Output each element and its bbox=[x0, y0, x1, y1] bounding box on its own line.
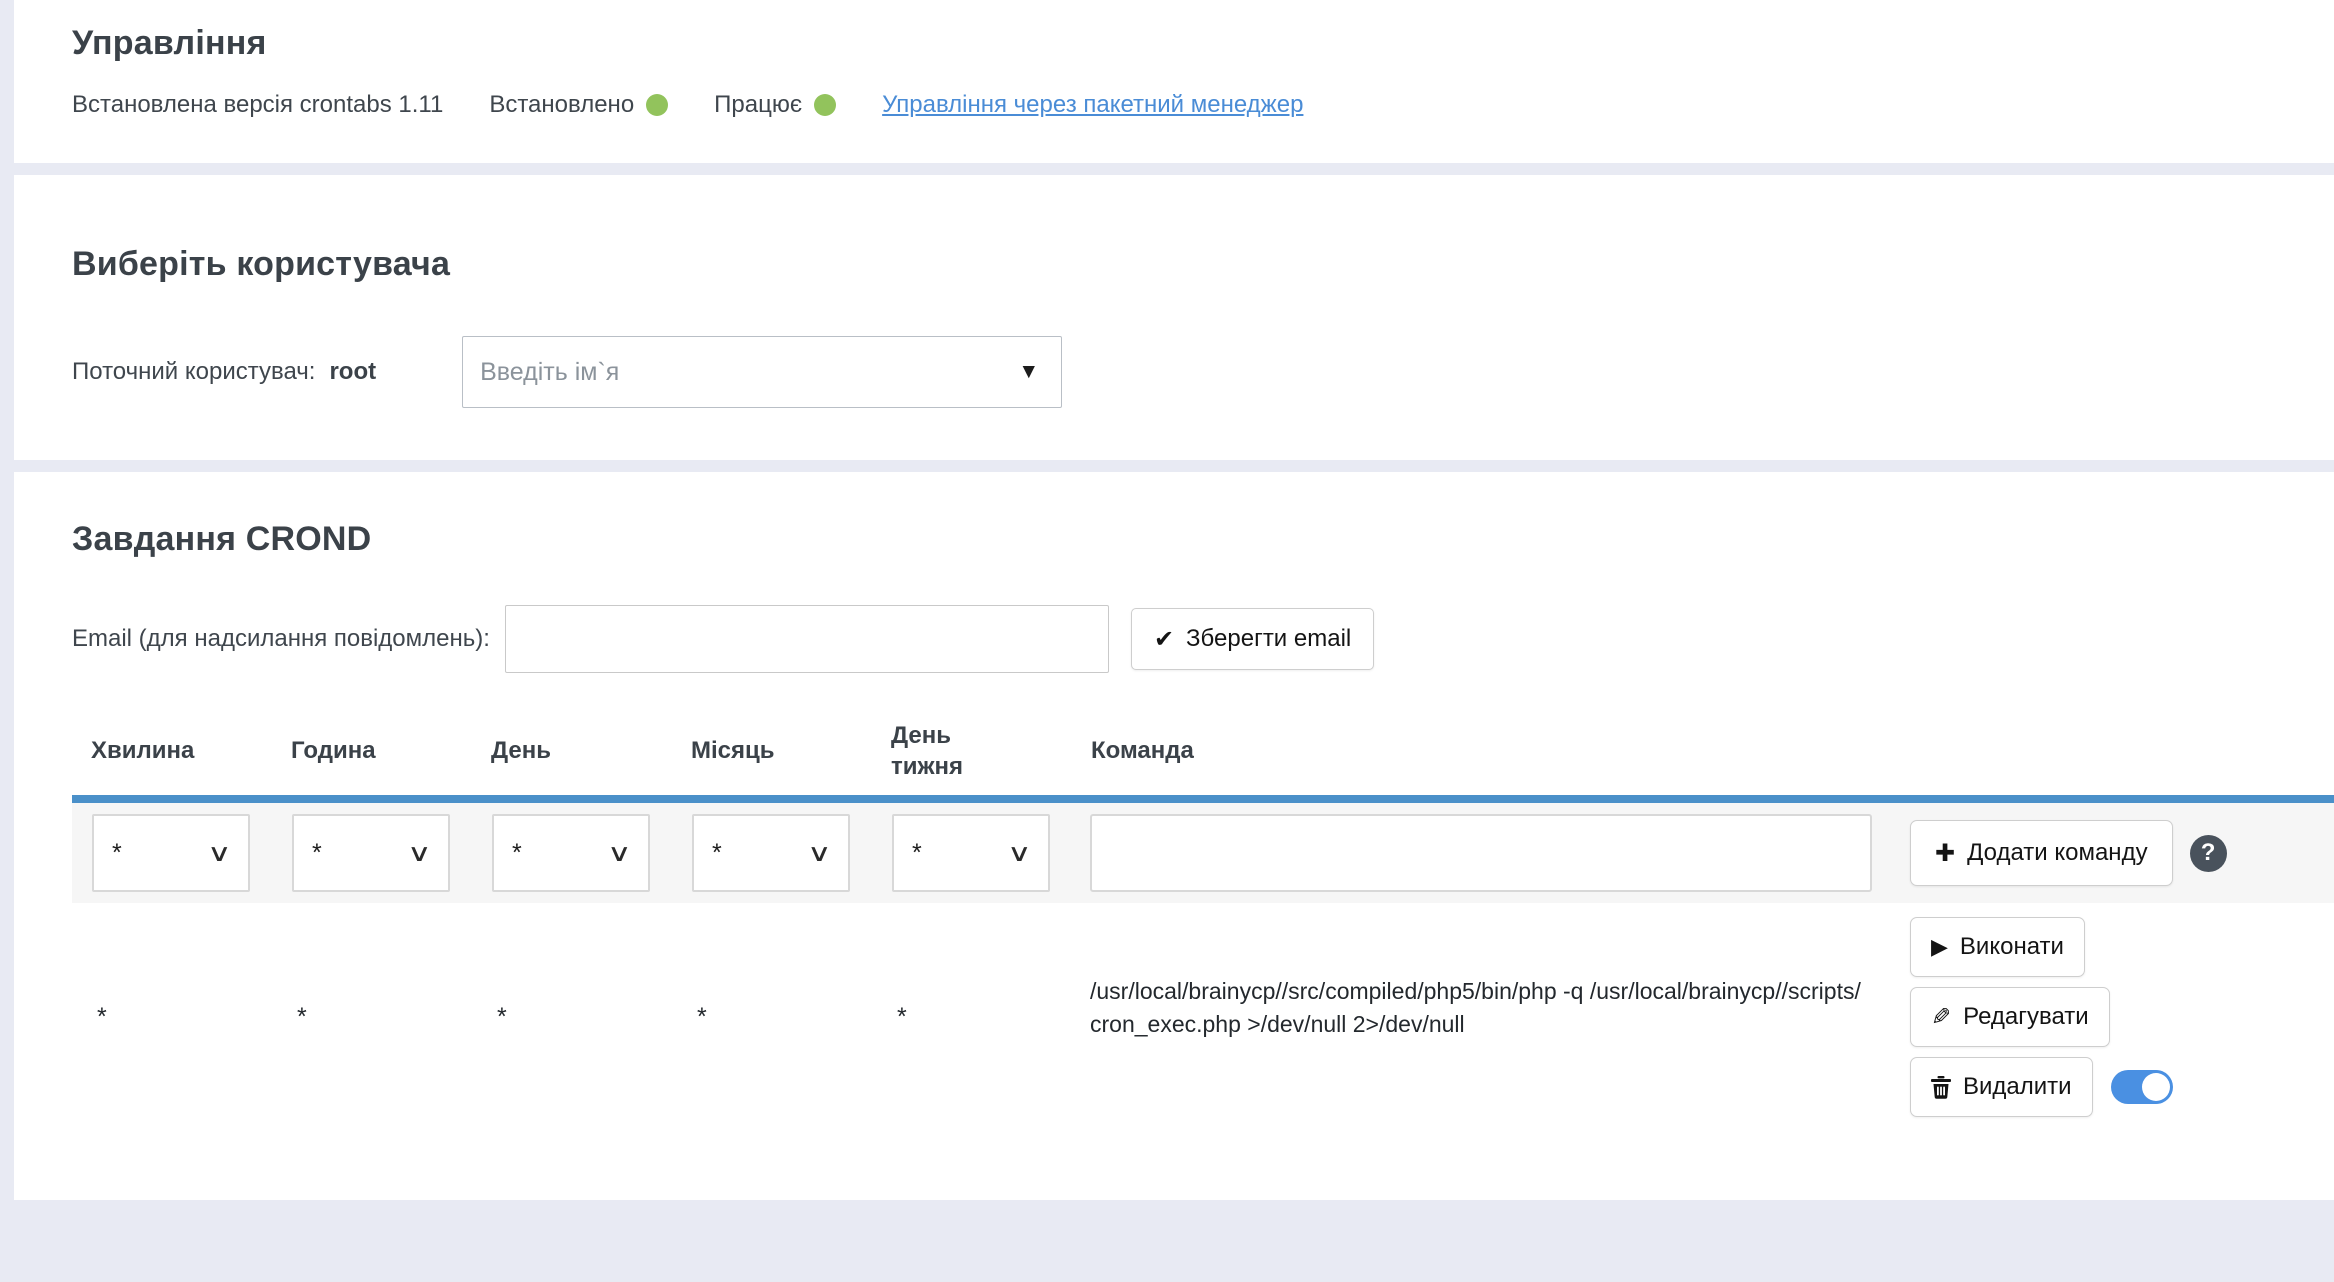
crond-tasks-card: Завдання CROND Email (для надсилання пов… bbox=[14, 472, 2334, 1200]
day-select-value: * bbox=[512, 839, 614, 868]
choose-user-card: Виберіть користувача Поточний користувач… bbox=[14, 175, 2334, 460]
current-user-value: root bbox=[329, 358, 376, 386]
task-day: * bbox=[472, 903, 672, 1172]
current-user-label: Поточний користувач: bbox=[72, 358, 315, 386]
task-weekday: * bbox=[872, 903, 1072, 1172]
task-month: * bbox=[672, 903, 872, 1172]
new-task-row: * ∨ * ∨ * ∨ * ∨ * ∨ ✚ bbox=[72, 803, 2334, 903]
task-row: * * * * * /usr/local/brainycp//src/compi… bbox=[72, 903, 2334, 1172]
caret-down-icon: ▼ bbox=[1018, 360, 1039, 384]
add-command-button[interactable]: ✚ Додати команду bbox=[1910, 820, 2173, 886]
user-select-placeholder: Введіть ім`я bbox=[480, 358, 1018, 387]
chevron-down-icon: ∨ bbox=[807, 839, 832, 868]
installed-status: Встановлено bbox=[489, 91, 668, 119]
header-weekday: День тижня bbox=[872, 720, 1072, 782]
email-label: Email (для надсилання повідомлень): bbox=[72, 625, 490, 653]
minute-select-value: * bbox=[112, 839, 214, 868]
management-title: Управління bbox=[72, 24, 2334, 63]
weekday-select-value: * bbox=[912, 839, 1014, 868]
package-manager-link[interactable]: Управління через пакетний менеджер bbox=[882, 91, 1303, 119]
help-icon[interactable]: ? bbox=[2190, 835, 2227, 872]
cron-table-header: Хвилина Година День Місяць День тижня Ко… bbox=[72, 707, 2334, 803]
toggle-knob bbox=[2142, 1073, 2170, 1101]
month-select-value: * bbox=[712, 839, 814, 868]
delete-label: Видалити bbox=[1963, 1073, 2072, 1101]
header-command: Команда bbox=[1072, 737, 1882, 765]
trash-icon bbox=[1931, 1076, 1951, 1099]
header-month: Місяць bbox=[672, 737, 872, 765]
choose-user-title: Виберіть користувача bbox=[72, 245, 2334, 284]
chevron-down-icon: ∨ bbox=[607, 839, 632, 868]
user-select[interactable]: Введіть ім`я ▼ bbox=[462, 336, 1062, 408]
task-enabled-toggle[interactable] bbox=[2111, 1070, 2173, 1104]
management-card: Управління Встановлена версія crontabs 1… bbox=[14, 0, 2334, 163]
plus-icon: ✚ bbox=[1935, 839, 1955, 868]
play-icon: ▶ bbox=[1931, 934, 1948, 960]
hour-select-value: * bbox=[312, 839, 414, 868]
task-minute: * bbox=[72, 903, 272, 1172]
edit-button[interactable]: ✎ Редагувати bbox=[1910, 987, 2110, 1047]
running-status: Працює bbox=[714, 91, 836, 119]
header-minute: Хвилина bbox=[72, 737, 272, 765]
task-command-text: /usr/local/brainycp//src/compiled/php5/b… bbox=[1072, 903, 1882, 1172]
management-status-row: Встановлена версія crontabs 1.11 Встанов… bbox=[72, 91, 2334, 119]
add-command-label: Додати команду bbox=[1967, 839, 2147, 867]
cron-table: Хвилина Година День Місяць День тижня Ко… bbox=[72, 707, 2334, 1172]
crond-title: Завдання CROND bbox=[72, 520, 2334, 559]
email-input[interactable] bbox=[505, 605, 1109, 673]
pencil-icon: ✎ bbox=[1931, 1003, 1951, 1032]
installed-status-label: Встановлено bbox=[489, 91, 634, 119]
header-day: День bbox=[472, 737, 672, 765]
header-hour: Година bbox=[272, 737, 472, 765]
save-email-label: Зберегти email bbox=[1186, 625, 1351, 653]
current-user-row: Поточний користувач: root Введіть ім`я ▼ bbox=[72, 336, 2334, 408]
weekday-select[interactable]: * ∨ bbox=[892, 814, 1050, 892]
installed-version-text: Встановлена версія crontabs 1.11 bbox=[72, 91, 443, 119]
running-status-dot-icon bbox=[814, 94, 836, 116]
task-hour: * bbox=[272, 903, 472, 1172]
installed-status-dot-icon bbox=[646, 94, 668, 116]
day-select[interactable]: * ∨ bbox=[492, 814, 650, 892]
chevron-down-icon: ∨ bbox=[207, 839, 232, 868]
month-select[interactable]: * ∨ bbox=[692, 814, 850, 892]
run-label: Виконати bbox=[1960, 933, 2064, 961]
save-email-button[interactable]: ✔ Зберегти email bbox=[1131, 608, 1374, 670]
edit-label: Редагувати bbox=[1963, 1003, 2089, 1031]
new-command-input[interactable] bbox=[1090, 814, 1872, 892]
chevron-down-icon: ∨ bbox=[407, 839, 432, 868]
running-status-label: Працює bbox=[714, 91, 802, 119]
check-icon: ✔ bbox=[1154, 625, 1174, 654]
email-row: Email (для надсилання повідомлень): ✔ Зб… bbox=[72, 605, 2334, 673]
run-button[interactable]: ▶ Виконати bbox=[1910, 917, 2085, 977]
chevron-down-icon: ∨ bbox=[1007, 839, 1032, 868]
task-actions: ▶ Виконати ✎ Редагувати bbox=[1882, 903, 2334, 1172]
minute-select[interactable]: * ∨ bbox=[92, 814, 250, 892]
delete-button[interactable]: Видалити bbox=[1910, 1057, 2093, 1117]
hour-select[interactable]: * ∨ bbox=[292, 814, 450, 892]
